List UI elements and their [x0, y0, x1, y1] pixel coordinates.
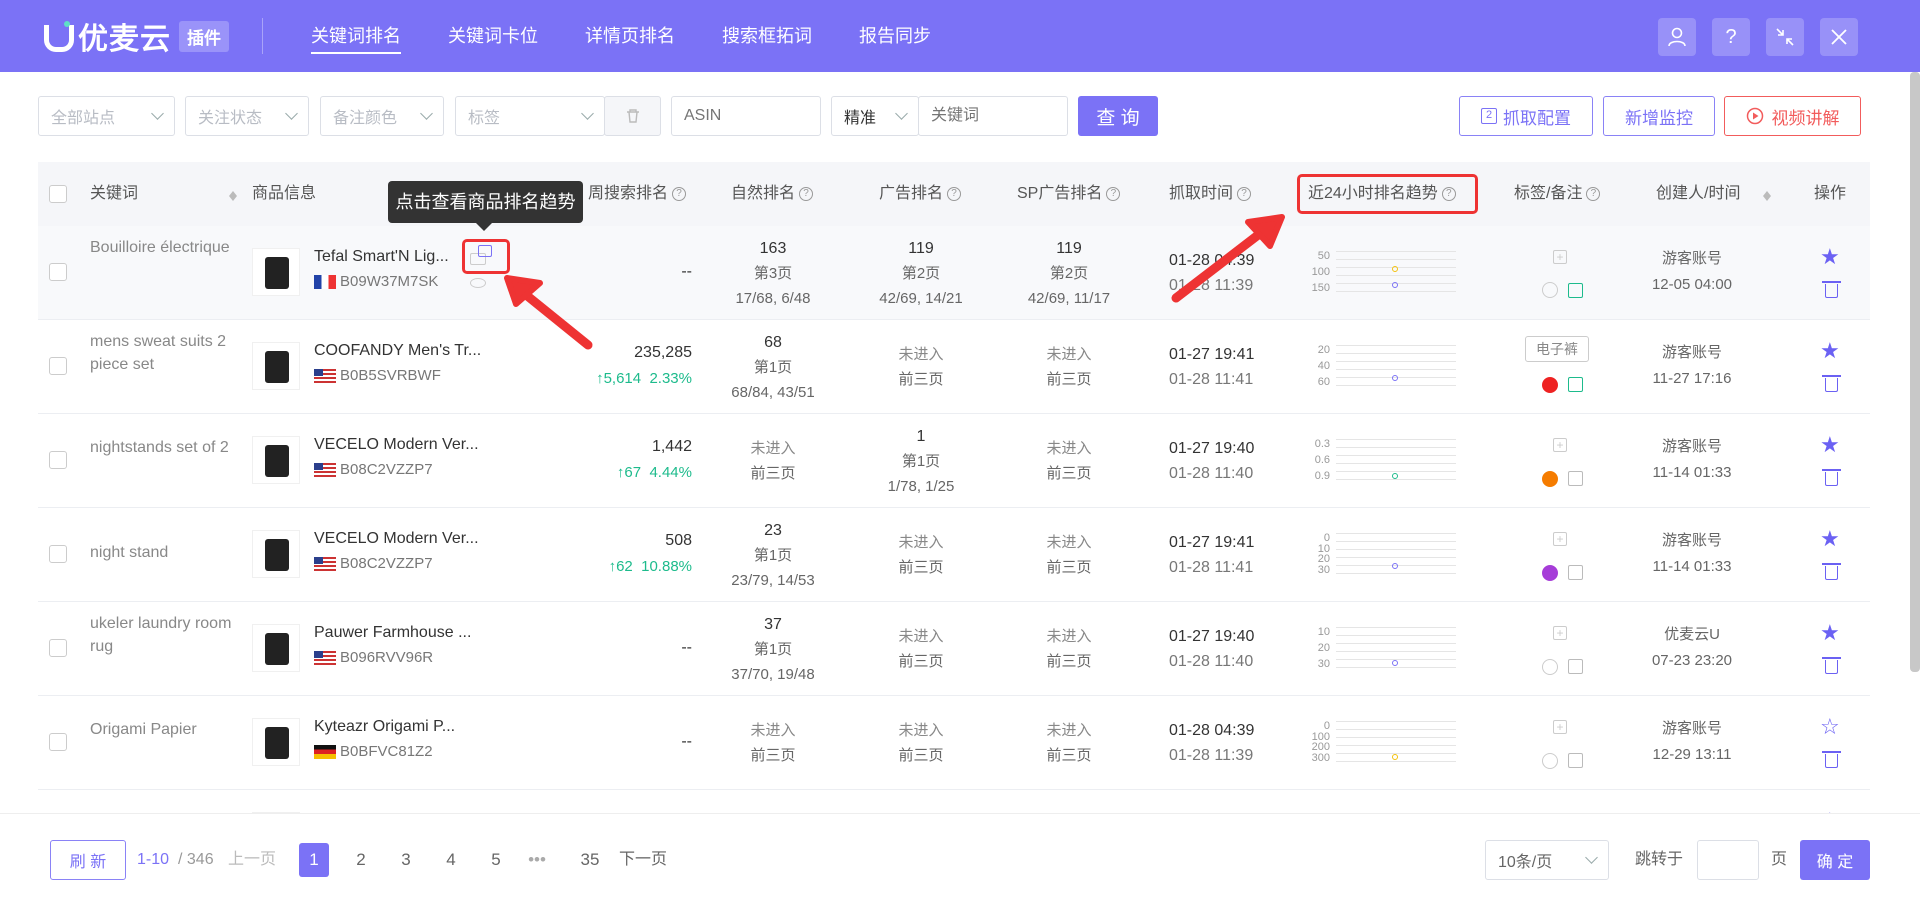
page-4[interactable]: 4 [436, 843, 466, 877]
refresh-button[interactable]: 刷 新 [50, 840, 126, 880]
page-unit-label: 页 [1771, 851, 1788, 868]
next-page-button[interactable]: 下一页 [619, 843, 667, 877]
page-5[interactable]: 5 [481, 843, 511, 877]
jump-page-input[interactable] [1697, 840, 1759, 880]
chevron-down-icon [1585, 851, 1598, 864]
jump-label: 跳转于 [1635, 851, 1684, 868]
scrollbar[interactable] [1910, 72, 1920, 672]
page-3[interactable]: 3 [391, 843, 421, 877]
page-2[interactable]: 2 [346, 843, 376, 877]
annotation-arrows [504, 214, 1285, 350]
page-ellipsis[interactable]: ••• [522, 843, 552, 877]
page-35[interactable]: 35 [575, 843, 605, 877]
prev-page-button[interactable]: 上一页 [228, 843, 276, 877]
page-range: 1-10 [137, 851, 170, 868]
confirm-jump-button[interactable]: 确 定 [1800, 840, 1870, 880]
page-1[interactable]: 1 [299, 843, 329, 877]
page-size-select[interactable]: 10条/页 [1485, 840, 1609, 880]
total-count: / 346 [178, 851, 214, 868]
pagination-bar [0, 813, 1920, 902]
